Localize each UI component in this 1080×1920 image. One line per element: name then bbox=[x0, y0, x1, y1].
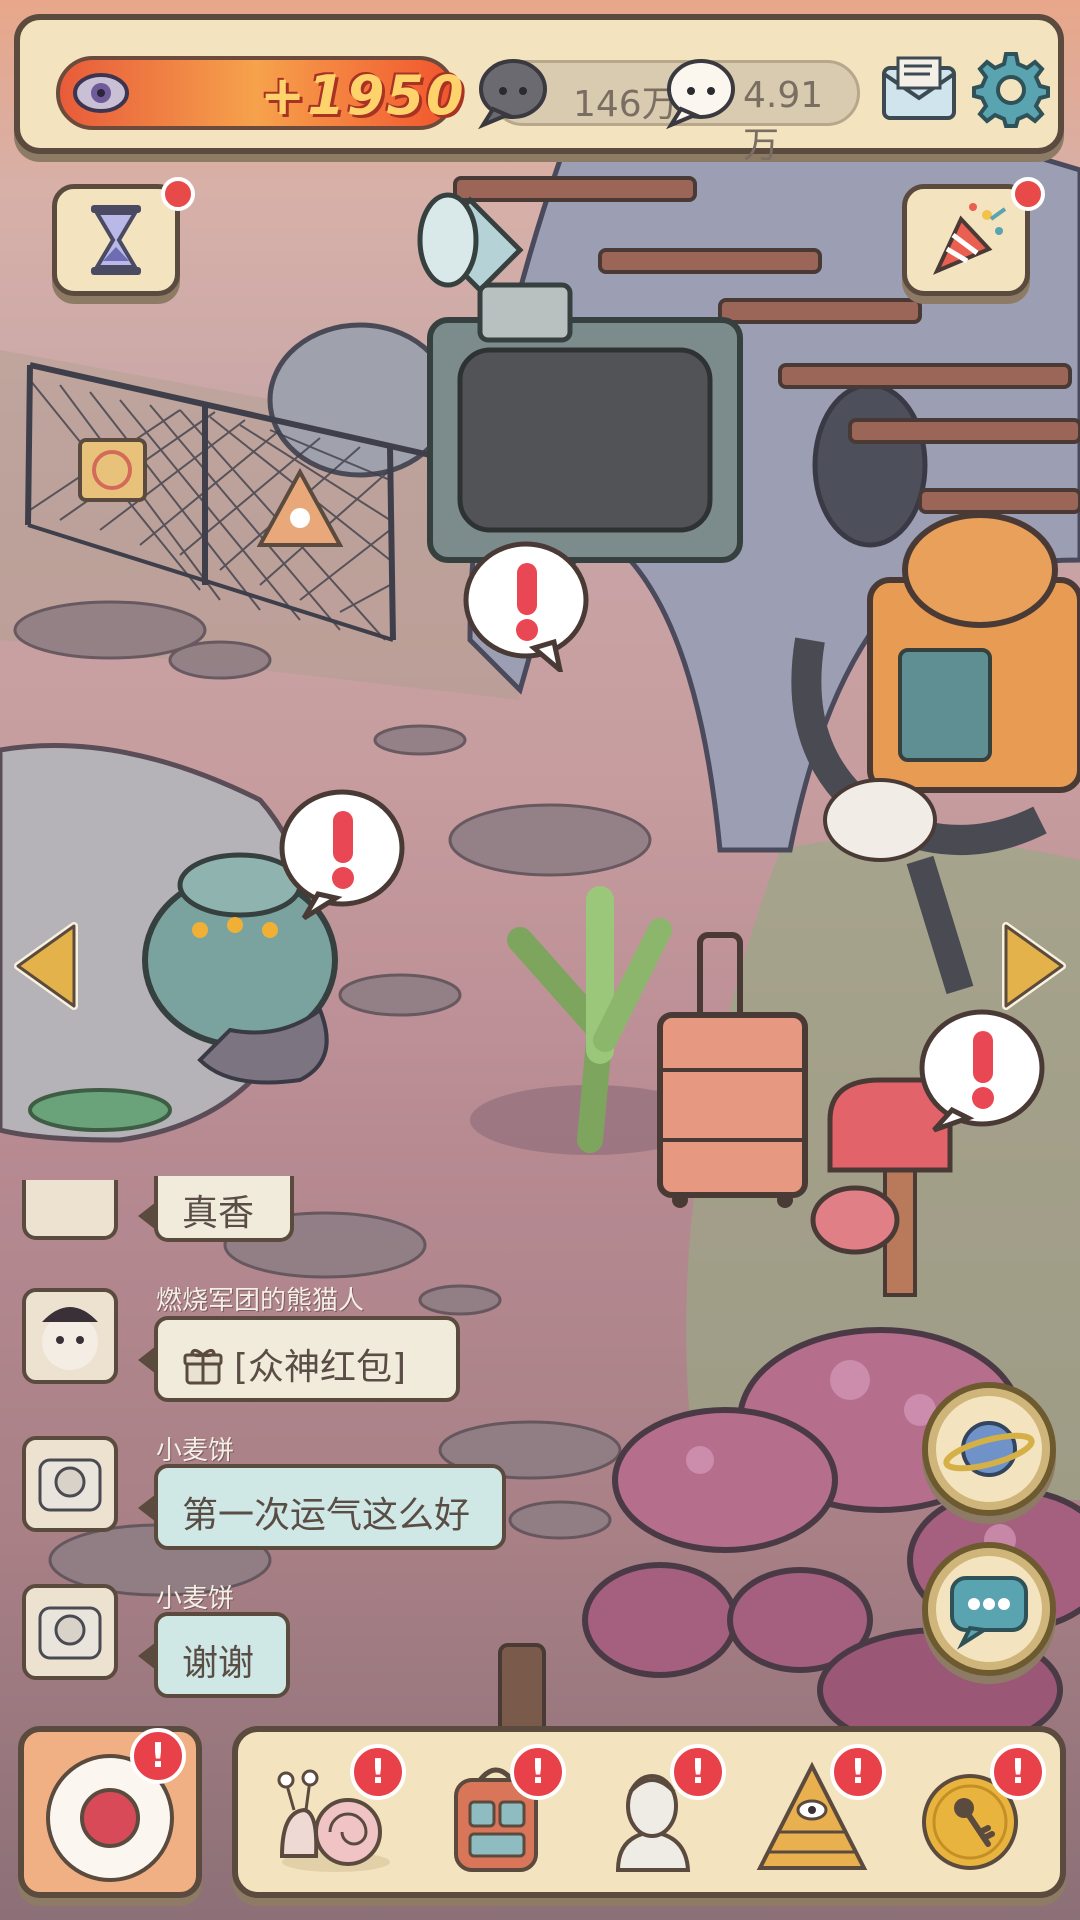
chat-username[interactable]: 小麦饼 bbox=[156, 1430, 234, 1467]
notification-dot bbox=[1011, 177, 1045, 211]
notification-dot bbox=[161, 177, 195, 211]
alert-bubble-mailbox[interactable] bbox=[918, 1006, 1052, 1140]
notification-badge: ! bbox=[670, 1744, 726, 1800]
alert-bubble-pot-robot[interactable] bbox=[278, 786, 412, 920]
alert-bubble-tv[interactable] bbox=[462, 538, 596, 672]
mail-icon[interactable] bbox=[880, 54, 958, 124]
planet-button[interactable] bbox=[922, 1382, 1056, 1516]
chat-bubble[interactable]: 第一次运气这么好 bbox=[138, 1464, 506, 1550]
planet-icon bbox=[943, 1421, 1035, 1477]
backpack-button[interactable]: ! bbox=[428, 1744, 566, 1882]
coin-key-button[interactable]: ! bbox=[908, 1744, 1046, 1882]
avatar[interactable] bbox=[22, 1584, 118, 1680]
camera-device bbox=[477, 282, 573, 343]
likes-count: 4.91万 bbox=[743, 75, 824, 166]
gear-icon[interactable] bbox=[972, 50, 1050, 128]
cave-hole bbox=[812, 382, 928, 548]
right-arrow-icon[interactable] bbox=[1000, 920, 1070, 1012]
chat-username[interactable]: 小麦饼 bbox=[156, 1578, 234, 1615]
light-speech-bubble-icon bbox=[665, 59, 735, 130]
avatar[interactable] bbox=[22, 1436, 118, 1532]
bottom-dock: ! ! ! ! ! bbox=[232, 1726, 1066, 1898]
game-screen: +1950 146万 4.91万 真香 燃烧军团的熊猫人 [众神红包] 小麦饼 … bbox=[0, 0, 1080, 1920]
no-entry-sign bbox=[78, 438, 147, 502]
fire-counter[interactable]: +1950 bbox=[56, 56, 464, 130]
party-popper-icon bbox=[933, 203, 1007, 275]
fire-value: +1950 bbox=[260, 64, 466, 127]
chat-text: 第一次运气这么好 bbox=[182, 1495, 471, 1536]
avatar[interactable] bbox=[22, 1288, 118, 1384]
chat-text: 真香 bbox=[182, 1193, 255, 1234]
chat-bubble[interactable]: [众神红包] bbox=[138, 1316, 460, 1402]
snail-button[interactable]: ! bbox=[268, 1744, 406, 1882]
chat-stats[interactable]: 146万 4.91万 bbox=[477, 59, 860, 166]
notification-badge: ! bbox=[510, 1744, 566, 1800]
chat-text: [众神红包] bbox=[234, 1347, 407, 1388]
chat-bubble[interactable]: 谢谢 bbox=[138, 1612, 290, 1698]
notification-badge: ! bbox=[130, 1728, 186, 1784]
dark-speech-bubble-icon bbox=[477, 59, 547, 130]
chat-button[interactable] bbox=[922, 1542, 1056, 1676]
top-status-bar: +1950 146万 4.91万 bbox=[14, 14, 1064, 166]
chat-icon bbox=[950, 1576, 1028, 1650]
pyramid-button[interactable]: ! bbox=[748, 1744, 886, 1882]
avatar[interactable] bbox=[22, 1180, 118, 1240]
chat-bubble: 真香 bbox=[138, 1176, 294, 1242]
eye-icon bbox=[73, 73, 129, 113]
statue-button[interactable]: ! bbox=[588, 1744, 726, 1882]
notification-badge: ! bbox=[830, 1744, 886, 1800]
left-arrow-icon[interactable] bbox=[10, 920, 80, 1012]
notification-badge: ! bbox=[350, 1744, 406, 1800]
chat-text: 谢谢 bbox=[182, 1643, 255, 1684]
party-button[interactable] bbox=[902, 177, 1045, 296]
hourglass-button[interactable] bbox=[52, 177, 195, 296]
tv-monitor bbox=[427, 317, 743, 563]
gift-icon bbox=[183, 1348, 223, 1385]
camera-button[interactable]: ! bbox=[18, 1726, 202, 1898]
notification-badge: ! bbox=[990, 1744, 1046, 1800]
chat-username[interactable]: 燃烧军团的熊猫人 bbox=[156, 1280, 364, 1317]
hourglass-icon bbox=[91, 205, 141, 275]
